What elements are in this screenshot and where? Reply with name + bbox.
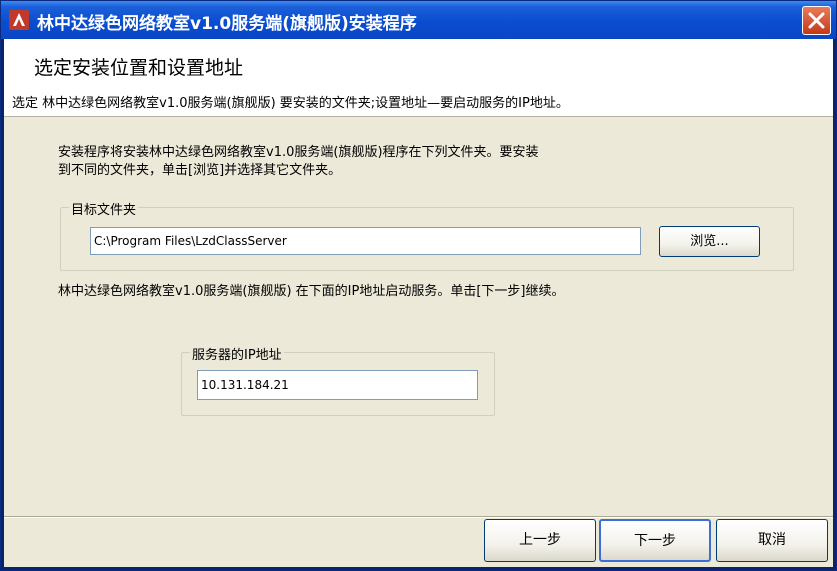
ip-info-text: 林中达绿色网络教室v1.0服务端(旗舰版) 在下面的IP地址启动服务。单击[下一… <box>58 284 565 299</box>
install-info-line2: 到不同的文件夹，单击[浏览]并选择其它文件夹。 <box>58 163 342 178</box>
installer-window: 林中达绿色网络教室v1.0服务端(旗舰版)安装程序 选定安装位置和设置地址 选定… <box>0 0 837 571</box>
page-header: 选定安装位置和设置地址 选定 林中达绿色网络教室v1.0服务端(旗舰版) 要安装… <box>4 39 833 117</box>
browse-button[interactable]: 浏览... <box>659 226 760 257</box>
dialog-client: 选定安装位置和设置地址 选定 林中达绿色网络教室v1.0服务端(旗舰版) 要安装… <box>4 39 833 567</box>
window-title: 林中达绿色网络教室v1.0服务端(旗舰版)安装程序 <box>37 14 417 34</box>
page-title: 选定安装位置和设置地址 <box>34 57 244 79</box>
app-logo-icon <box>9 10 29 30</box>
page-subtitle: 选定 林中达绿色网络教室v1.0服务端(旗舰版) 要安装的文件夹;设置地址—要启… <box>12 96 569 111</box>
install-info-line1: 安装程序将安装林中达绿色网络教室v1.0服务端(旗舰版)程序在下列文件夹。要安装 <box>58 145 539 160</box>
close-button[interactable] <box>802 6 831 35</box>
destination-folder-group: 目标文件夹 浏览... <box>60 199 794 271</box>
cancel-button[interactable]: 取消 <box>716 519 828 562</box>
next-button[interactable]: 下一步 <box>599 519 711 562</box>
destination-folder-input[interactable] <box>90 227 641 255</box>
destination-folder-label: 目标文件夹 <box>69 199 139 218</box>
footer-divider <box>4 516 833 518</box>
close-icon <box>808 12 825 29</box>
server-ip-group: 服务器的IP地址 <box>181 344 495 416</box>
server-ip-input[interactable] <box>197 370 478 400</box>
server-ip-label: 服务器的IP地址 <box>190 344 284 363</box>
title-bar[interactable]: 林中达绿色网络教室v1.0服务端(旗舰版)安装程序 <box>1 1 836 39</box>
back-button[interactable]: 上一步 <box>484 519 596 562</box>
install-info: 安装程序将安装林中达绿色网络教室v1.0服务端(旗舰版)程序在下列文件夹。要安装… <box>58 144 758 180</box>
